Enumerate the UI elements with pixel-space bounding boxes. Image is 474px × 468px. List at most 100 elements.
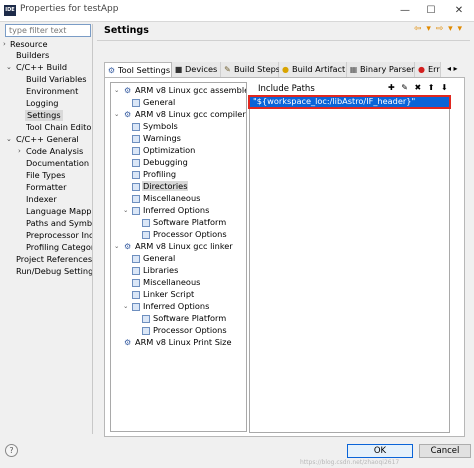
option-linker-script[interactable]: Linker Script — [132, 289, 194, 300]
build-steps-icon: ✎ — [224, 65, 231, 74]
tree-item-tool-chain-editor[interactable]: Tool Chain Editor — [26, 122, 92, 133]
device-icon: ■ — [174, 65, 183, 74]
option-processor-options[interactable]: Processor Options — [142, 229, 227, 240]
tree-item-run-debug-settings[interactable]: Run/Debug Settings — [16, 266, 92, 277]
artifact-icon: ● — [282, 65, 289, 74]
tab-build-artifact[interactable]: ● Build Artifact — [279, 62, 347, 77]
chevron-down-icon[interactable]: ⌄ — [123, 205, 128, 216]
option-page-icon — [142, 327, 150, 335]
tree-item-environment[interactable]: Environment — [26, 86, 78, 97]
tree-item-documentation[interactable]: Documentation — [26, 158, 89, 169]
include-paths-label: Include Paths — [258, 84, 315, 94]
tab-build-steps[interactable]: ✎ Build Steps — [221, 62, 280, 77]
option-page-icon — [132, 279, 140, 287]
tree-item-resource[interactable]: › Resource — [3, 39, 48, 50]
tree-item-code-analysis[interactable]: › Code Analysis — [18, 146, 83, 157]
scrollbar[interactable] — [462, 62, 472, 438]
maximize-button[interactable]: ☐ — [418, 2, 444, 19]
tab-tool-settings[interactable]: ⚙ Tool Settings — [104, 62, 172, 78]
chevron-down-icon[interactable]: ⌄ — [6, 134, 12, 145]
tool-arm-linker[interactable]: ⌄ ⚙ ARM v8 Linux gcc linker — [114, 241, 233, 252]
tree-item-logging[interactable]: Logging — [26, 98, 58, 109]
chevron-down-icon[interactable]: ⌄ — [114, 241, 119, 252]
gear-icon: ⚙ — [124, 338, 132, 347]
tool-arm-print-size[interactable]: ⚙ ARM v8 Linux Print Size — [124, 337, 232, 348]
option-debugging[interactable]: Debugging — [132, 157, 188, 168]
minimize-button[interactable]: — — [392, 2, 418, 19]
red-highlight-box — [248, 95, 451, 109]
option-page-icon — [132, 303, 140, 311]
chevron-right-icon[interactable]: › — [18, 146, 21, 157]
option-page-icon — [132, 291, 140, 299]
property-tree: › Resource Builders ⌄ C/C++ Build Build Va… — [0, 37, 92, 437]
page-title: Settings — [104, 25, 149, 36]
option-page-icon — [132, 171, 140, 179]
tool-tree: ⌄ ⚙ ARM v8 Linux gcc assembler General ⌄… — [110, 82, 247, 432]
chevron-down-icon[interactable]: ⌄ — [6, 62, 12, 73]
option-page-icon — [142, 315, 150, 323]
tab-overflow-arrows[interactable]: ◂ ▸ — [443, 62, 463, 77]
window-title: Properties for testApp — [20, 4, 119, 14]
close-button[interactable]: ✕ — [446, 2, 472, 19]
option-general[interactable]: General — [132, 97, 175, 108]
cancel-button[interactable]: Cancel — [419, 444, 471, 458]
tab-devices[interactable]: ■ Devices — [172, 62, 221, 77]
option-miscellaneous[interactable]: Miscellaneous — [132, 277, 200, 288]
option-page-icon — [132, 195, 140, 203]
option-warnings[interactable]: Warnings — [132, 133, 181, 144]
tree-item-language-mappings[interactable]: Language Mappi — [26, 206, 92, 217]
tree-item-paths-and-symbols[interactable]: Paths and Symbo — [26, 218, 92, 229]
chevron-right-icon[interactable]: › — [3, 39, 6, 50]
tab-error-parsers[interactable]: ● Err — [415, 62, 441, 77]
error-icon: ● — [418, 65, 425, 74]
tree-item-cpp-build[interactable]: ⌄ C/C++ Build — [6, 62, 67, 73]
option-software-platform[interactable]: Software Platform — [142, 313, 226, 324]
option-general[interactable]: General — [132, 253, 175, 264]
tool-arm-assembler[interactable]: ⌄ ⚙ ARM v8 Linux gcc assembler — [114, 85, 246, 96]
chevron-down-icon[interactable]: ⌄ — [123, 301, 128, 312]
include-paths-list[interactable] — [249, 95, 450, 433]
help-icon[interactable]: ? — [5, 444, 18, 457]
option-inferred-options[interactable]: ⌄ Inferred Options — [123, 301, 209, 312]
option-page-icon — [132, 99, 140, 107]
tree-item-file-types[interactable]: File Types — [26, 170, 65, 181]
tree-item-project-references[interactable]: Project References — [16, 254, 92, 265]
option-page-icon — [132, 123, 140, 131]
chevron-down-icon[interactable]: ⌄ — [114, 109, 119, 120]
tree-item-preprocessor-include[interactable]: Preprocessor Inc — [26, 230, 92, 241]
option-inferred-options[interactable]: ⌄ Inferred Options — [123, 205, 209, 216]
chevron-down-icon[interactable]: ⌄ — [114, 85, 119, 96]
tree-item-formatter[interactable]: Formatter — [26, 182, 66, 193]
option-page-icon — [142, 219, 150, 227]
tree-item-settings[interactable]: Settings — [25, 110, 63, 121]
option-profiling[interactable]: Profiling — [132, 169, 176, 180]
tree-item-builders[interactable]: Builders — [16, 50, 49, 61]
option-directories[interactable]: Directories — [132, 181, 189, 192]
pane-divider[interactable] — [92, 24, 93, 434]
tab-binary-parsers[interactable]: ▦ Binary Parsers — [347, 62, 419, 77]
option-libraries[interactable]: Libraries — [132, 265, 178, 276]
history-nav-icons[interactable]: ⇦ ▾ ⇨ ▾ ▾ — [414, 24, 463, 34]
option-miscellaneous[interactable]: Miscellaneous — [132, 193, 200, 204]
divider — [97, 40, 470, 41]
tree-item-build-variables[interactable]: Build Variables — [26, 74, 87, 85]
tree-item-profiling-categories[interactable]: Profiling Categor — [26, 242, 92, 253]
gear-icon: ⚙ — [107, 66, 116, 75]
gear-icon: ⚙ — [124, 110, 132, 119]
watermark: https://blog.csdn.net/zhaoqi2617 — [300, 459, 400, 466]
option-symbols[interactable]: Symbols — [132, 121, 178, 132]
option-software-platform[interactable]: Software Platform — [142, 217, 226, 228]
tool-arm-compiler[interactable]: ⌄ ⚙ ARM v8 Linux gcc compiler — [114, 109, 246, 120]
option-page-icon — [132, 207, 140, 215]
option-processor-options[interactable]: Processor Options — [142, 325, 227, 336]
ok-button[interactable]: OK — [347, 444, 413, 458]
include-path-toolbar-icons[interactable]: ✚ ✎ ✖ ⬆ ⬇ — [388, 83, 450, 92]
tree-item-indexer[interactable]: Indexer — [26, 194, 57, 205]
option-optimization[interactable]: Optimization — [132, 145, 195, 156]
tree-item-cpp-general[interactable]: ⌄ C/C++ General — [6, 134, 79, 145]
option-page-icon — [132, 135, 140, 143]
option-page-icon — [132, 183, 140, 191]
option-page-icon — [132, 147, 140, 155]
title-bar: IDE Properties for testApp — ☐ ✕ — [0, 0, 474, 22]
filter-input[interactable]: type filter text — [5, 24, 91, 37]
